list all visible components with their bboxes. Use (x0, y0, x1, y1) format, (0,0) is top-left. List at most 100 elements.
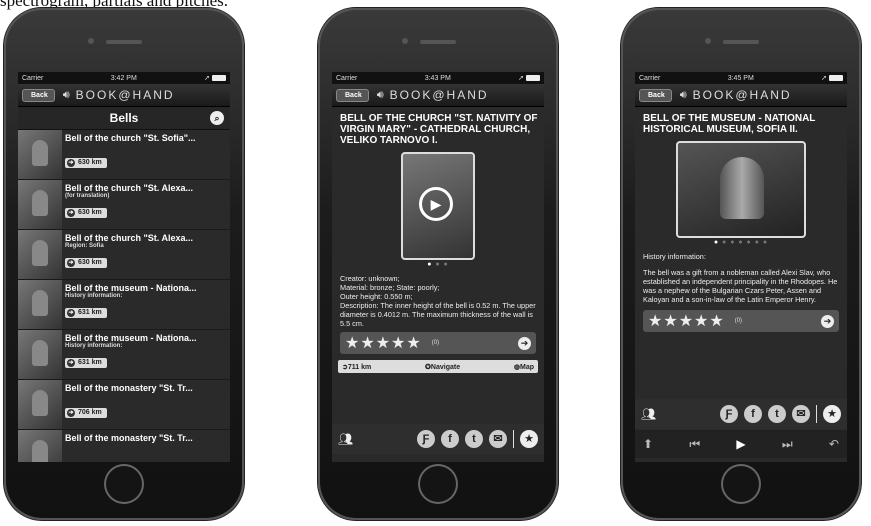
arrow-icon: ➔ (67, 209, 75, 217)
item-subtitle: History information: (65, 343, 123, 349)
bell-image (720, 157, 764, 219)
item-subtitle: (for translation) (65, 193, 110, 199)
back-button[interactable]: Back (336, 88, 369, 102)
arrow-right-icon[interactable]: ➔ (821, 314, 834, 328)
back-button[interactable]: Back (639, 88, 672, 102)
desc-line: Outer height: 0.550 m; (340, 292, 413, 301)
app-logo: 🔊︎ BOOK@HAND (679, 88, 792, 102)
item-subtitle (65, 143, 227, 151)
bell-photo[interactable] (676, 141, 806, 238)
page-title: Bells (109, 111, 139, 125)
info-bar: ➲711 km ✪Navigate ◍Map (338, 360, 538, 373)
play-icon[interactable]: ▶ (736, 437, 745, 451)
detail-title: BELL OF THE CHURCH "ST. NATIVITY OF VIRG… (340, 113, 538, 146)
people-icon[interactable]: 👥︎ (338, 432, 353, 446)
item-title: Bell of the monastery "St. Tr... (65, 433, 193, 443)
rating-bar: ★★★★★ (0) ➔ (340, 332, 536, 354)
item-title: Bell of the church "St. Sofia"... (65, 133, 196, 143)
list-item[interactable]: Bell of the monastery "St. Tr... (18, 430, 230, 462)
nav-bar: Back 🔊︎ BOOK@HAND (635, 84, 847, 107)
arrow-right-icon[interactable]: ➔ (518, 336, 531, 350)
up-arrow-icon[interactable]: ⬆ (643, 437, 653, 451)
mail-icon[interactable]: ✉ (792, 405, 810, 423)
next-icon[interactable]: ⏭ (782, 437, 793, 452)
star-icon[interactable]: ★ (520, 430, 538, 448)
status-bar: Carrier 3:45 PM ➚ (635, 72, 847, 84)
distance-badge[interactable]: ➔ 630 km (65, 208, 107, 218)
phone-3: Carrier 3:45 PM ➚ Back 🔊︎ BOOK@HAND BELL … (621, 8, 861, 520)
rating-bar: ★★★★★ (0) ➔ (643, 310, 839, 332)
status-bar: Carrier 3:43 PM ➚ (332, 72, 544, 84)
screen-list: Carrier 3:42 PM ➚ Back 🔊︎ BOOK@HAND Bells… (18, 72, 230, 462)
share-toolbar: 👥︎ Ƒ f t ✉ ★ (635, 399, 847, 429)
facebook-icon[interactable]: f (441, 430, 459, 448)
forrst-icon[interactable]: Ƒ (417, 430, 435, 448)
carrier-label: Carrier (639, 74, 661, 82)
rewind-icon[interactable]: ↶ (829, 437, 839, 451)
star-icon[interactable]: ★ (823, 405, 841, 423)
people-icon[interactable]: 👥︎ (641, 407, 656, 421)
home-button[interactable] (721, 464, 761, 504)
nav-bar: Back 🔊︎ BOOK@HAND (18, 84, 230, 107)
detail-title: BELL OF THE MUSEUM - NATIONAL HISTORICAL… (643, 113, 816, 135)
clock: 3:42 PM (110, 74, 137, 82)
clock: 3:43 PM (424, 74, 451, 82)
item-subtitle: History information: (65, 293, 123, 299)
list-item[interactable]: Bell of the church "St. Alexa... (for tra… (18, 180, 230, 230)
list-item[interactable]: Bell of the church "St. Sofia"... ➔ 630 km (18, 130, 230, 180)
item-info: Bell of the church "St. Alexa... Region: … (62, 230, 230, 279)
screen-detail-1: Carrier 3:43 PM ➚ Back 🔊︎ BOOK@HAND BELL … (332, 72, 544, 462)
twitter-icon[interactable]: t (768, 405, 786, 423)
map-button[interactable]: ◍Map (514, 363, 534, 371)
list-item[interactable]: Bell of the museum - Nationa... History i… (18, 330, 230, 380)
forrst-icon[interactable]: Ƒ (720, 405, 738, 423)
app-logo: 🔊︎ BOOK@HAND (376, 88, 489, 102)
mail-icon[interactable]: ✉ (489, 430, 507, 448)
camera (705, 38, 711, 44)
video-thumbnail[interactable]: ▶ (401, 152, 475, 260)
back-button[interactable]: Back (22, 88, 55, 102)
distance-badge[interactable]: ➔ 706 km (65, 408, 107, 418)
status-bar: Carrier 3:42 PM ➚ (18, 72, 230, 84)
play-icon[interactable]: ▶ (419, 187, 453, 221)
item-title: Bell of the church "St. Alexa... (65, 183, 193, 193)
bell-thumbnail (18, 380, 62, 429)
clock: 3:45 PM (727, 74, 754, 82)
distance-badge[interactable]: ➔ 630 km (65, 258, 107, 268)
desc-line: Material: bronze; State: poorly; (340, 283, 440, 292)
rating-stars[interactable]: ★★★★★ (648, 311, 725, 331)
item-subtitle (65, 443, 227, 451)
speaker (723, 40, 759, 44)
item-title: Bell of the museum - Nationa... (65, 283, 197, 293)
distance-badge[interactable]: ➔ 631 km (65, 308, 107, 318)
distance-button[interactable]: ➲711 km (342, 363, 371, 371)
search-icon[interactable]: ⌕ (210, 111, 224, 125)
rating-stars[interactable]: ★★★★★ (345, 333, 422, 353)
distance-badge[interactable]: ➔ 630 km (65, 158, 107, 168)
page-indicator: ● ● ● (427, 261, 449, 268)
list-item[interactable]: Bell of the church "St. Alexa... Region: … (18, 230, 230, 280)
app-logo: 🔊︎ BOOK@HAND (62, 88, 175, 102)
navigate-button[interactable]: ✪Navigate (425, 363, 460, 371)
rating-count: (0) (431, 340, 440, 346)
item-title: Bell of the museum - Nationa... (65, 333, 197, 343)
bell-list: Bell of the church "St. Sofia"... ➔ 630 km… (18, 130, 230, 462)
item-info: Bell of the museum - Nationa... History i… (62, 330, 230, 379)
item-info: Bell of the monastery "St. Tr... (62, 430, 230, 462)
twitter-icon[interactable]: t (465, 430, 483, 448)
list-item[interactable]: Bell of the monastery "St. Tr... ➔ 706 km (18, 380, 230, 430)
camera (88, 38, 94, 44)
share-toolbar: 👥︎ Ƒ f t ✉ ★ (332, 424, 544, 454)
previous-icon[interactable]: ⏮ (689, 437, 700, 452)
phone-2: Carrier 3:43 PM ➚ Back 🔊︎ BOOK@HAND BELL … (318, 8, 558, 520)
bell-thumbnail (18, 230, 62, 279)
facebook-icon[interactable]: f (744, 405, 762, 423)
divider (816, 405, 817, 423)
home-button[interactable] (104, 464, 144, 504)
home-button[interactable] (418, 464, 458, 504)
page-indicator: ● ● ● ● ● ● ● (713, 239, 769, 246)
distance-badge[interactable]: ➔ 631 km (65, 358, 107, 368)
bell-thumbnail (18, 430, 62, 462)
list-item[interactable]: Bell of the museum - Nationa... History i… (18, 280, 230, 330)
item-info: Bell of the church "St. Alexa... (for tra… (62, 180, 230, 229)
